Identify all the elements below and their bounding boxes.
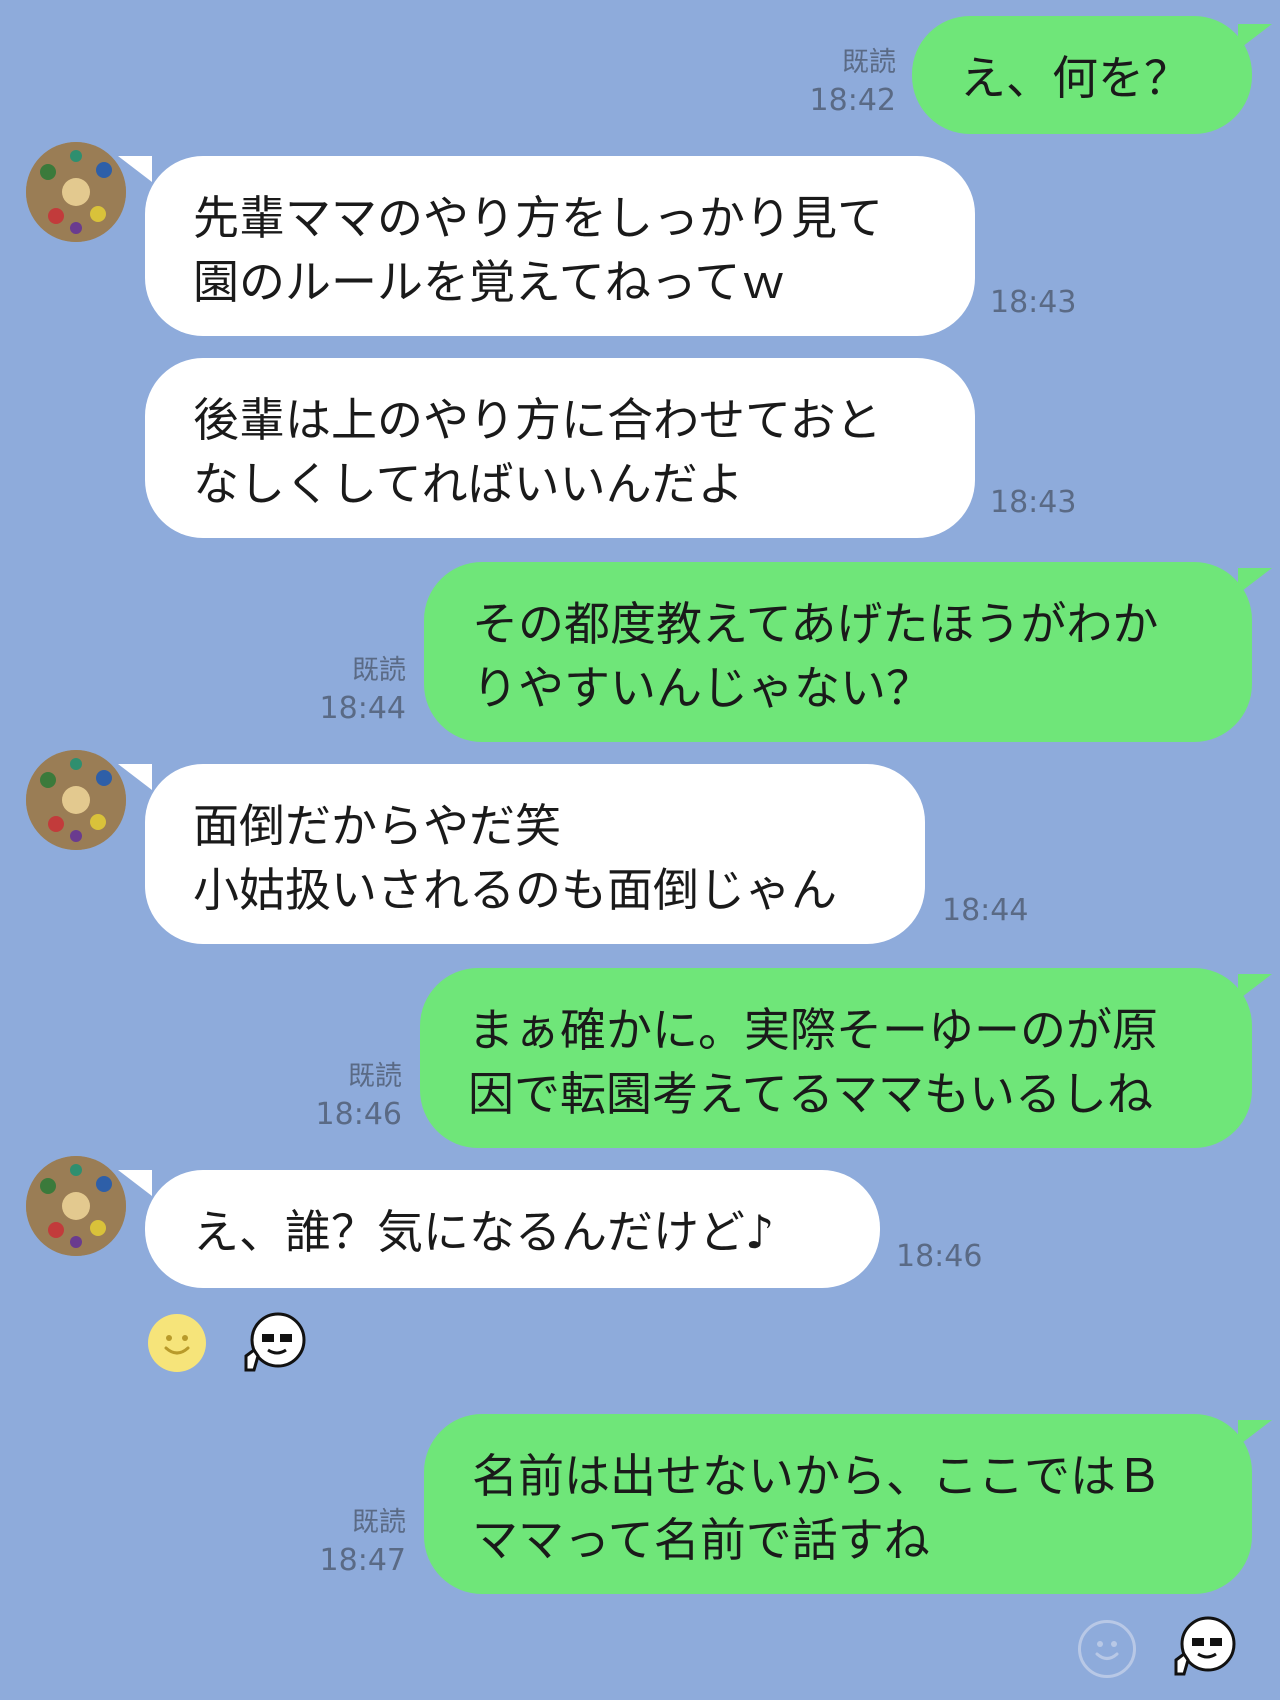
my-message-bubble[interactable]: 名前は出せないから、ここではＢ ママって名前で話すね <box>424 1414 1252 1594</box>
their-message-bubble[interactable]: 面倒だからやだ笑 小姑扱いされるのも面倒じゃん <box>145 764 925 944</box>
message-line: え、何を？ <box>960 51 1190 105</box>
sticker-face-icon[interactable] <box>1170 1614 1238 1682</box>
sticker-face-icon[interactable] <box>240 1310 308 1378</box>
message-meta: 18:46 <box>896 1238 982 1276</box>
avatar-image <box>26 142 126 242</box>
bubble-tail <box>1238 1420 1272 1446</box>
my-message-bubble[interactable]: その都度教えてあげたほうがわか りやすいんじゃない？ <box>424 562 1252 742</box>
message-meta: 18:43 <box>990 484 1076 522</box>
avatar[interactable] <box>26 750 126 850</box>
message-meta: 既読 18:46 <box>296 1058 402 1134</box>
avatar-image <box>26 750 126 850</box>
bubble-tail <box>118 764 152 790</box>
bubble-tail <box>1238 974 1272 1000</box>
their-message-bubble[interactable]: 後輩は上のやり方に合わせておと なしくしてればいいんだよ <box>145 358 975 538</box>
message-line: ママって名前で話すね <box>472 1513 930 1567</box>
bubble-tail <box>118 156 152 182</box>
message-line: 先輩ママのやり方をしっかり見て <box>193 191 883 245</box>
their-message-bubble[interactable]: 先輩ママのやり方をしっかり見て 園のルールを覚えてねってｗ <box>145 156 975 336</box>
message-meta: 既読 18:44 <box>300 652 406 728</box>
message-time: 18:42 <box>809 83 896 118</box>
message-time: 18:44 <box>942 893 1029 928</box>
message-line: その都度教えてあげたほうがわか <box>472 597 1159 651</box>
message-line: 因で転園考えてるママもいるしね <box>468 1067 1153 1121</box>
read-receipt: 既読 <box>348 1061 402 1092</box>
message-time: 18:46 <box>315 1097 402 1132</box>
message-line: なしくしてればいいんだよ <box>193 457 744 511</box>
message-meta: 既読 18:47 <box>300 1504 406 1580</box>
bubble-tail <box>1238 24 1272 50</box>
message-time: 18:43 <box>990 485 1077 520</box>
message-line: 園のルールを覚えてねってｗ <box>193 255 787 309</box>
smile-emoji-outline-icon[interactable] <box>1078 1620 1136 1678</box>
message-time: 18:47 <box>319 1543 406 1578</box>
smile-emoji-icon[interactable] <box>148 1314 206 1372</box>
message-line: 小姑扱いされるのも面倒じゃん <box>193 863 837 917</box>
message-time: 18:44 <box>319 691 406 726</box>
bubble-tail <box>1238 568 1272 594</box>
message-meta: 18:43 <box>990 284 1076 322</box>
my-message-bubble[interactable]: まぁ確かに。実際そーゆーのが原 因で転園考えてるママもいるしね <box>420 968 1252 1148</box>
message-line: 面倒だからやだ笑 <box>193 799 561 853</box>
message-line: え、誰？気になるんだけど♪ <box>193 1205 775 1259</box>
read-receipt: 既読 <box>842 47 896 78</box>
message-meta: 18:44 <box>942 892 1028 930</box>
read-receipt: 既読 <box>352 655 406 686</box>
message-line: りやすいんじゃない？ <box>472 661 932 715</box>
message-time: 18:43 <box>990 285 1077 320</box>
message-meta: 既読 18:42 <box>790 44 896 120</box>
my-message-bubble[interactable]: え、何を？ <box>912 16 1252 134</box>
message-line: まぁ確かに。実際そーゆーのが原 <box>468 1003 1158 1057</box>
their-message-bubble[interactable]: え、誰？気になるんだけど♪ <box>145 1170 880 1288</box>
bubble-tail <box>118 1170 152 1196</box>
message-line: 後輩は上のやり方に合わせておと <box>193 393 882 447</box>
avatar[interactable] <box>26 1156 126 1256</box>
read-receipt: 既読 <box>352 1507 406 1538</box>
message-time: 18:46 <box>896 1239 983 1274</box>
avatar-image <box>26 1156 126 1256</box>
avatar[interactable] <box>26 142 126 242</box>
message-line: 名前は出せないから、ここではＢ <box>472 1449 1162 1503</box>
